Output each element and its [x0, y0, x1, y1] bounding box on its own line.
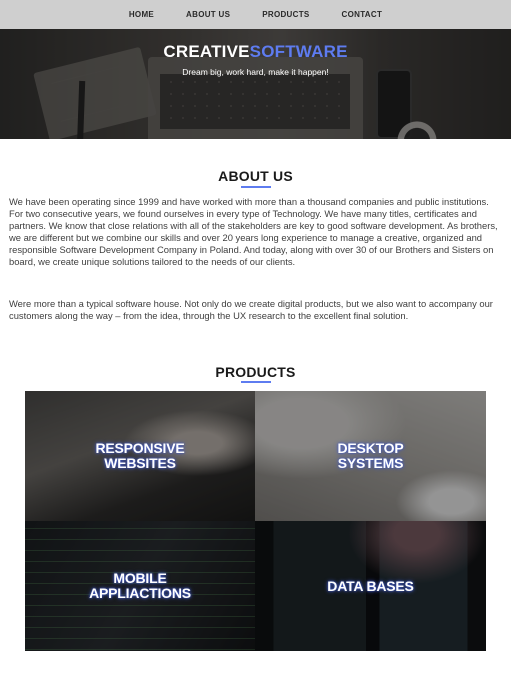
brand-title-creative: CREATIVE	[163, 42, 250, 61]
products-heading-underline	[241, 381, 271, 383]
nav-about-link[interactable]: ABOUT US	[170, 10, 246, 19]
top-navigation: HOME ABOUT US PRODUCTS CONTACT	[0, 0, 511, 29]
product-label: DESKTOP SYSTEMS	[337, 440, 404, 471]
hero-tagline: Dream big, work hard, make it happen!	[182, 67, 329, 77]
nav-list: HOME ABOUT US PRODUCTS CONTACT	[113, 10, 398, 19]
about-paragraph-1: We have been operating since 1999 and ha…	[9, 196, 498, 267]
nav-products-link[interactable]: PRODUCTS	[246, 10, 325, 19]
brand-title-software: SOFTWARE	[249, 42, 348, 61]
brand-title: CREATIVESOFTWARE	[0, 42, 511, 62]
about-heading: ABOUT US	[218, 168, 293, 184]
hero-banner: CREATIVESOFTWARE Dream big, work hard, m…	[0, 29, 511, 139]
product-tile-desktop-systems[interactable]: DESKTOP SYSTEMS	[255, 391, 486, 521]
about-heading-underline	[241, 186, 271, 188]
nav-contact-link[interactable]: CONTACT	[326, 10, 399, 19]
product-label: MOBILE APPLIACTIONS	[89, 570, 191, 601]
products-heading: PRODUCTS	[215, 364, 296, 380]
about-paragraph-2: Were more than a typical software house.…	[9, 298, 493, 321]
nav-home-link[interactable]: HOME	[113, 10, 170, 19]
product-tile-mobile-applications[interactable]: MOBILE APPLIACTIONS	[25, 521, 255, 651]
product-tile-responsive-websites[interactable]: RESPONSIVE WEBSITES	[25, 391, 255, 521]
products-grid: RESPONSIVE WEBSITES DESKTOP SYSTEMS MOBI…	[25, 391, 486, 651]
product-label: DATA BASES	[327, 577, 414, 594]
product-tile-data-bases[interactable]: DATA BASES	[255, 521, 486, 651]
product-label: RESPONSIVE WEBSITES	[95, 440, 185, 471]
